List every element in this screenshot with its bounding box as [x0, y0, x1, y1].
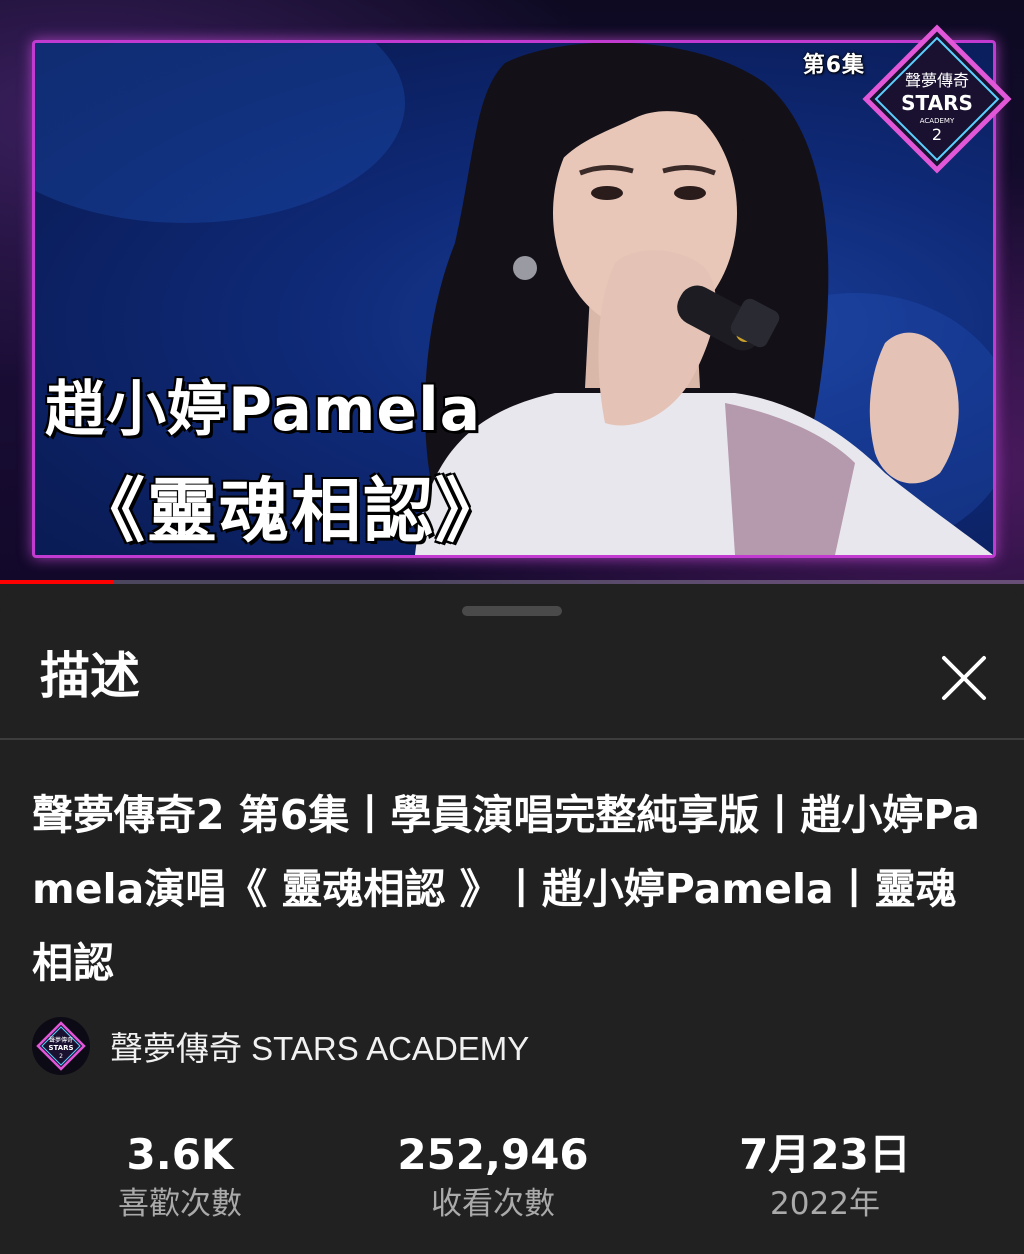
logo-text-line2: STARS — [901, 91, 973, 115]
header-divider — [0, 738, 1024, 740]
avatar-text-line2: STARS — [48, 1044, 73, 1052]
thumbnail-performer-name: 趙小婷Pamela — [45, 375, 482, 445]
stars-academy-logo: 聲夢傳奇 STARS ACADEMY 2 — [862, 24, 1012, 174]
channel-avatar[interactable]: 聲夢傳奇 STARS 2 — [32, 1017, 90, 1075]
episode-label: 第6集 — [802, 53, 865, 78]
stat-label: 喜歡次數 — [118, 1186, 242, 1222]
stat-views: 252,946 收看次數 — [343, 1128, 643, 1226]
stat-label: 收看次數 — [431, 1186, 555, 1222]
avatar-text-line3: 2 — [59, 1053, 63, 1060]
avatar-text-line1: 聲夢傳奇 — [49, 1036, 73, 1044]
stat-value: 7月23日 — [739, 1130, 911, 1179]
stat-date: 7月23日 2022年 — [675, 1128, 975, 1226]
stat-label: 2022年 — [770, 1186, 880, 1222]
stat-likes: 3.6K 喜歡次數 — [30, 1128, 330, 1226]
stat-value: 3.6K — [126, 1130, 234, 1179]
channel-name[interactable]: 聲夢傳奇 STARS ACADEMY — [110, 1022, 529, 1070]
sheet-title: 描述 — [40, 647, 140, 705]
video-stats: 3.6K 喜歡次數 252,946 收看次數 7月23日 2022年 — [0, 1128, 1024, 1228]
channel-logo-icon: 聲夢傳奇 STARS 2 — [36, 1021, 86, 1071]
sheet-drag-handle[interactable] — [462, 606, 562, 616]
thumbnail-song-title: 《靈魂相認》 — [75, 470, 507, 552]
close-button[interactable] — [930, 644, 998, 712]
stat-value: 252,946 — [397, 1130, 589, 1179]
channel-row[interactable]: 聲夢傳奇 STARS 2 聲夢傳奇 STARS ACADEMY — [32, 1016, 529, 1076]
video-player[interactable]: 第6集 趙小婷Pamela 《靈魂相認》 聲夢傳奇 STARS ACADEMY … — [0, 0, 1024, 584]
video-thumbnail: 第6集 趙小婷Pamela 《靈魂相認》 — [32, 40, 996, 558]
video-progress-bar[interactable] — [0, 580, 1024, 584]
app-root: 第6集 趙小婷Pamela 《靈魂相認》 聲夢傳奇 STARS ACADEMY … — [0, 0, 1024, 1254]
logo-text-line3: ACADEMY — [920, 117, 955, 125]
description-sheet: 描述 聲夢傳奇2 第6集丨學員演唱完整純享版丨趙小婷Pamela演唱《 靈魂相認… — [0, 588, 1024, 1254]
close-icon — [942, 656, 986, 700]
logo-text-line1: 聲夢傳奇 — [905, 71, 969, 90]
video-title: 聲夢傳奇2 第6集丨學員演唱完整純享版丨趙小婷Pamela演唱《 靈魂相認 》丨… — [32, 791, 980, 987]
logo-text-line4: 2 — [932, 125, 942, 144]
video-progress-fill — [0, 580, 113, 584]
